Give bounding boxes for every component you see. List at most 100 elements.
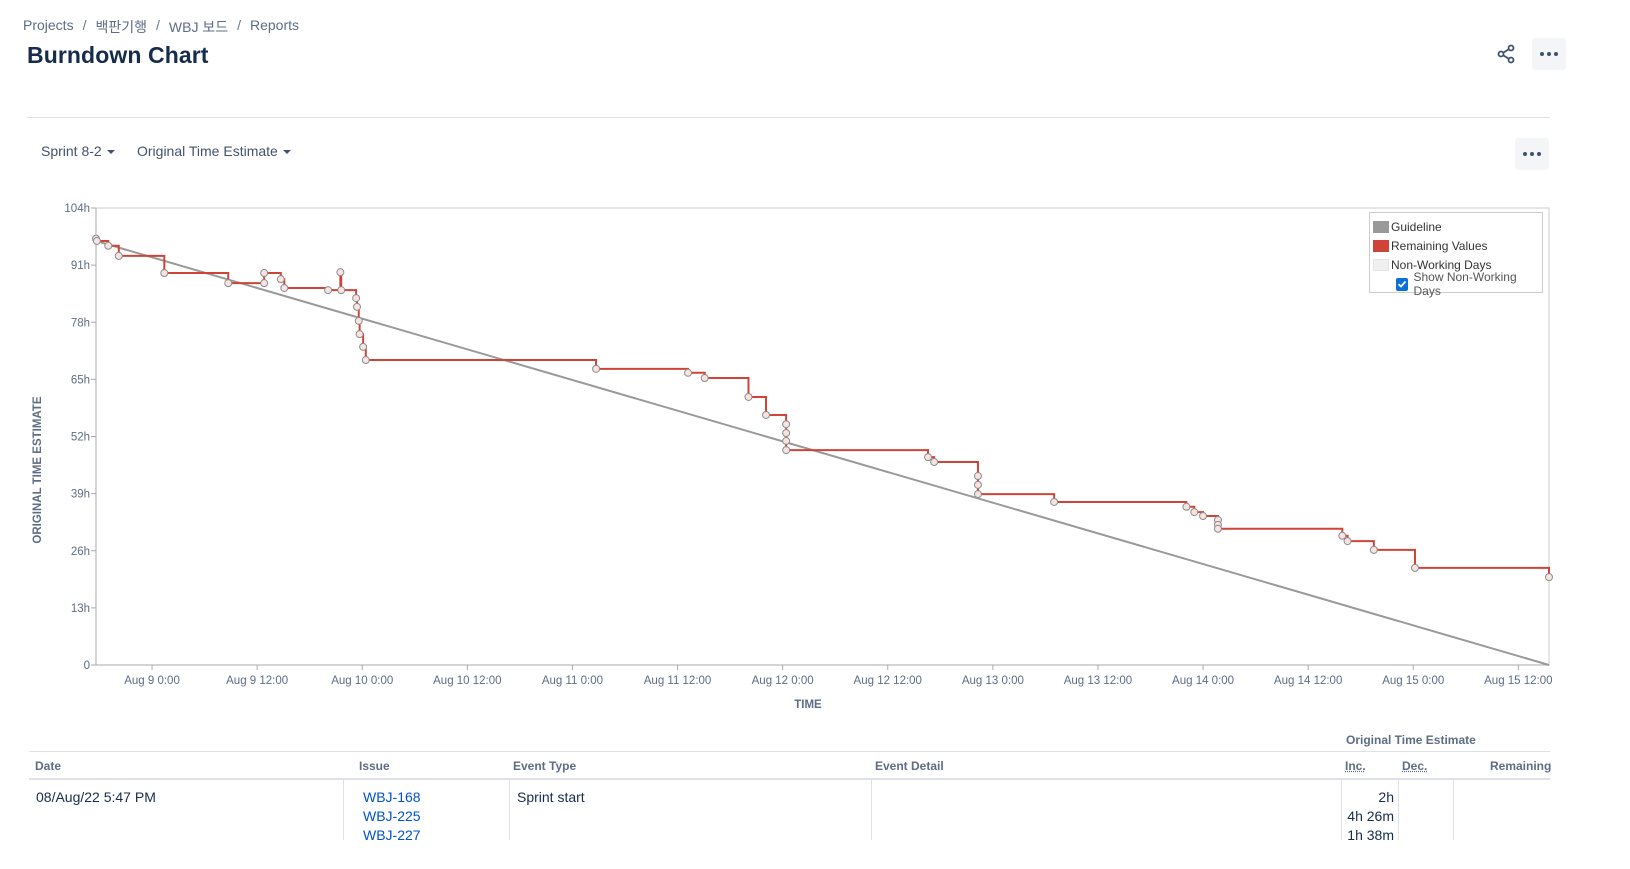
- share-button[interactable]: [1492, 40, 1520, 68]
- show-non-working-toggle[interactable]: Show Non-Working Days: [1370, 270, 1542, 298]
- remaining-point: [744, 392, 753, 401]
- row-issues: WBJ-168 WBJ-225 WBJ-227: [363, 788, 421, 845]
- y-tick-label: 91h: [71, 260, 90, 272]
- remaining-point: [782, 420, 791, 429]
- column-divider: [1453, 780, 1454, 840]
- y-tick-label: 39h: [71, 489, 90, 501]
- remaining-point: [92, 236, 101, 245]
- col-header-dec[interactable]: Dec.: [1402, 759, 1427, 773]
- remaining-point: [973, 480, 982, 489]
- breadcrumb-separator: /: [156, 17, 160, 33]
- remaining-point: [160, 269, 169, 278]
- x-tick-label: Aug 9 0:00: [124, 675, 180, 687]
- remaining-point: [782, 428, 791, 437]
- y-axis-title: ORIGINAL TIME ESTIMATE: [32, 396, 44, 543]
- share-icon: [1497, 44, 1515, 64]
- remaining-point: [352, 294, 361, 303]
- inc-value: 2h: [1378, 789, 1394, 805]
- remaining-point: [1190, 508, 1199, 517]
- y-tick-label: 26h: [71, 546, 90, 558]
- breadcrumb-project[interactable]: 백판기행: [95, 17, 147, 37]
- issue-link[interactable]: WBJ-225: [363, 807, 421, 826]
- caret-down-icon: [282, 149, 291, 154]
- x-tick-label: Aug 14 0:00: [1172, 675, 1234, 687]
- chart-legend: Guideline Remaining Values Non-Working D…: [1369, 212, 1543, 298]
- remaining-point: [104, 241, 113, 250]
- remaining-point: [352, 302, 361, 311]
- remaining-point: [260, 279, 269, 288]
- remaining-point: [361, 356, 370, 365]
- col-header-inc[interactable]: Inc.: [1345, 759, 1366, 773]
- breadcrumb-separator: /: [237, 17, 241, 33]
- remaining-point: [1050, 497, 1059, 506]
- more-actions-button[interactable]: [1532, 38, 1566, 70]
- y-tick-label: 104h: [64, 203, 90, 215]
- estimate-dropdown-label: Original Time Estimate: [137, 143, 278, 159]
- inc-value: 1h 38m: [1347, 827, 1394, 843]
- x-tick-label: Aug 13 0:00: [962, 675, 1024, 687]
- remaining-point: [280, 283, 289, 292]
- row-date: 08/Aug/22 5:47 PM: [36, 789, 156, 805]
- breadcrumb-separator: /: [82, 17, 87, 33]
- x-tick-label: Aug 15 0:00: [1382, 675, 1444, 687]
- remaining-point: [1410, 563, 1419, 572]
- column-divider: [509, 780, 510, 840]
- issue-link[interactable]: WBJ-168: [363, 788, 421, 807]
- x-tick-label: Aug 12 0:00: [752, 675, 814, 687]
- col-header-event-type[interactable]: Event Type: [513, 759, 576, 773]
- plot-frame: [95, 207, 1550, 666]
- chart-axes: 0 13h 26h 39h 52h 65h 78h 91h 104h Aug 9 0:00 Aug …: [64, 203, 1552, 687]
- caret-down-icon: [106, 149, 115, 154]
- y-tick-label: 78h: [71, 317, 90, 329]
- legend-swatch: [1373, 220, 1389, 233]
- remaining-point: [782, 446, 791, 455]
- x-tick-label: Aug 12 12:00: [854, 675, 922, 687]
- breadcrumb-board[interactable]: WBJ 보드: [169, 17, 228, 37]
- remaining-point: [1213, 524, 1222, 533]
- col-header-date[interactable]: Date: [35, 759, 61, 773]
- remaining-point: [260, 269, 269, 278]
- remaining-point: [782, 436, 791, 445]
- chart-more-button[interactable]: [1515, 138, 1549, 170]
- remaining-point: [1199, 512, 1208, 521]
- x-tick-label: Aug 10 0:00: [331, 675, 393, 687]
- column-divider: [343, 780, 344, 840]
- x-tick-label: Aug 14 12:00: [1274, 675, 1342, 687]
- breadcrumb-reports[interactable]: Reports: [250, 17, 299, 37]
- table-header-divider: [29, 778, 1550, 780]
- legend-label: Guideline: [1391, 219, 1442, 234]
- estimate-dropdown[interactable]: Original Time Estimate: [137, 143, 291, 159]
- remaining-point: [114, 251, 123, 260]
- remaining-point: [1343, 537, 1352, 546]
- sprint-dropdown[interactable]: Sprint 8-2: [41, 143, 115, 159]
- remaining-point: [324, 286, 333, 295]
- remaining-point: [276, 275, 285, 284]
- remaining-point: [700, 374, 709, 383]
- col-header-remaining[interactable]: Remaining: [1490, 759, 1551, 773]
- legend-label: Remaining Values: [1391, 238, 1488, 253]
- remaining-point: [684, 368, 693, 377]
- remaining-point: [924, 453, 933, 462]
- sprint-dropdown-label: Sprint 8-2: [41, 143, 102, 159]
- y-tick-label: 13h: [71, 603, 90, 615]
- x-tick-label: Aug 11 12:00: [644, 675, 712, 687]
- remaining-line: [95, 237, 1550, 578]
- guideline-series: [95, 239, 1550, 666]
- x-tick-label: Aug 10 12:00: [433, 675, 501, 687]
- remaining-point: [354, 316, 363, 325]
- remaining-point: [355, 330, 364, 339]
- breadcrumb-projects[interactable]: Projects: [23, 17, 74, 37]
- column-divider: [871, 780, 872, 840]
- issue-link[interactable]: WBJ-227: [363, 826, 421, 845]
- row-event-type: Sprint start: [517, 789, 585, 805]
- show-non-working-label: Show Non-Working Days: [1413, 270, 1517, 298]
- remaining-point: [1545, 573, 1553, 582]
- col-header-issue[interactable]: Issue: [359, 759, 390, 773]
- remaining-point: [1369, 545, 1378, 554]
- col-header-event-detail[interactable]: Event Detail: [875, 759, 944, 773]
- remaining-point: [359, 342, 368, 351]
- y-tick-label: 0: [84, 660, 90, 672]
- page-title: Burndown Chart: [27, 42, 209, 68]
- more-horizontal-icon: [1523, 152, 1541, 156]
- checkbox-checked-icon[interactable]: [1396, 277, 1409, 291]
